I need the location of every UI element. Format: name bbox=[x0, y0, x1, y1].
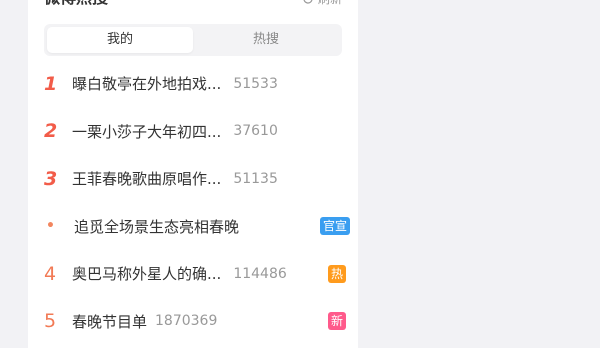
promoted-dot-icon: • bbox=[46, 218, 55, 235]
list-item[interactable]: 4 奥巴马称外星人的确... 114486 热 bbox=[44, 250, 346, 298]
hot-badge: 热 bbox=[328, 264, 346, 283]
item-count: 37610 bbox=[233, 123, 278, 140]
rank-number: 1 bbox=[44, 72, 58, 95]
item-count: 1870369 bbox=[155, 313, 218, 330]
panel-title: 微博热搜 bbox=[44, 0, 108, 8]
official-badge: 官宣 bbox=[320, 217, 350, 236]
rank-number: 3 bbox=[44, 167, 58, 190]
item-title[interactable]: 追觅全场景生态亮相春晚 bbox=[74, 216, 239, 237]
rank-number: 4 bbox=[44, 262, 57, 285]
tab-mine[interactable]: 我的 bbox=[47, 27, 193, 53]
new-badge: 新 bbox=[328, 312, 346, 331]
item-title[interactable]: 春晚节目单 bbox=[72, 311, 147, 332]
list-item[interactable]: 3 王菲春晚歌曲原唱作... 51135 bbox=[44, 155, 346, 203]
item-title[interactable]: 一栗小莎子大年初四... bbox=[72, 121, 221, 142]
hot-search-panel: 微博热搜 刷新 我的 热搜 1 曝白敬亭在外地拍戏... 51533 2 一栗小… bbox=[28, 0, 358, 348]
list-item-promoted[interactable]: • 追觅全场景生态亮相春晚 官宣 bbox=[44, 203, 350, 251]
tab-hot-search[interactable]: 热搜 bbox=[193, 27, 339, 53]
refresh-button[interactable]: 刷新 bbox=[302, 0, 342, 7]
item-title[interactable]: 曝白敬亭在外地拍戏... bbox=[72, 73, 221, 94]
refresh-icon bbox=[303, 0, 313, 4]
refresh-label: 刷新 bbox=[318, 0, 342, 7]
item-title[interactable]: 奥巴马称外星人的确... bbox=[72, 263, 221, 284]
rank-number: 5 bbox=[44, 310, 57, 333]
item-count: 114486 bbox=[233, 265, 287, 282]
list-item[interactable]: 5 春晚节目单 1870369 新 bbox=[44, 298, 346, 346]
list-item[interactable]: 1 曝白敬亭在外地拍戏... 51533 bbox=[44, 60, 346, 108]
rank-number: 2 bbox=[44, 120, 58, 143]
item-count: 51533 bbox=[233, 75, 278, 92]
hot-search-list: 1 曝白敬亭在外地拍戏... 51533 2 一栗小莎子大年初四... 3761… bbox=[44, 60, 350, 346]
item-title[interactable]: 王菲春晚歌曲原唱作... bbox=[72, 168, 221, 189]
item-count: 51135 bbox=[233, 170, 278, 187]
panel-header: 微博热搜 刷新 bbox=[44, 0, 342, 12]
list-item[interactable]: 2 一栗小莎子大年初四... 37610 bbox=[44, 108, 346, 156]
tab-bar: 我的 热搜 bbox=[44, 24, 342, 56]
